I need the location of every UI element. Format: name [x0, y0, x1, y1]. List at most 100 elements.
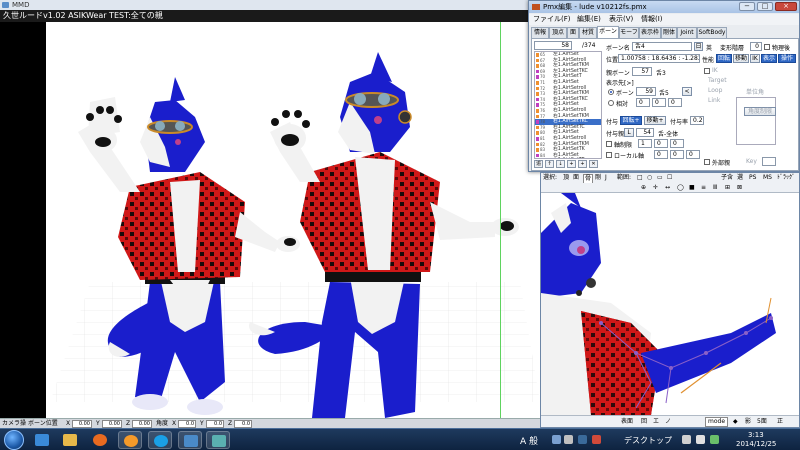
deform-level-input[interactable]: 0 [750, 42, 762, 51]
grant-parent-button[interactable]: L [624, 128, 634, 137]
pmx-title-bar[interactable]: Pmx編集 - lude v10212fs.pmx − □ × [529, 1, 799, 13]
taskbar-pmx-editor[interactable] [178, 431, 202, 449]
flag-operate-button[interactable]: 操作 [778, 54, 796, 63]
clock-time[interactable]: 3:13 [748, 431, 764, 439]
shadow-toggle[interactable]: 影 [745, 416, 751, 428]
include-children-label[interactable]: 子含 [721, 173, 733, 183]
ik-link-list[interactable] [736, 97, 776, 145]
mode-select[interactable]: mode [705, 417, 729, 427]
pos-z-input[interactable]: 0.00 [132, 420, 152, 428]
flag-move-button[interactable]: 移動 [733, 54, 749, 63]
tab-face[interactable]: 面 [567, 27, 579, 38]
pmx-3d-view[interactable] [541, 193, 799, 415]
taskbar-firefox[interactable] [88, 431, 112, 449]
tab-material[interactable]: 材質 [579, 27, 597, 38]
bone-list[interactable]: 65 左1.AirtSet 67 左1.AirtSetroll 68 左1.AirtSet… [534, 51, 602, 159]
taskbar-mmd[interactable] [206, 431, 230, 449]
grant-rotate-button[interactable]: 回転+ [620, 116, 642, 125]
maximize-button[interactable]: □ [757, 2, 773, 11]
ms-button[interactable]: MS [763, 173, 772, 183]
ime-indicator[interactable]: A 般 [520, 434, 538, 447]
bone-name-jp-button[interactable]: 日 [694, 42, 703, 51]
display-bone-input[interactable]: 59 [636, 87, 656, 96]
mode-icon[interactable]: ◆ [733, 416, 738, 428]
flag-display-button[interactable]: 表示 [761, 54, 777, 63]
list-up-button[interactable]: ↑ [545, 160, 554, 168]
surface-toggle[interactable]: 表面 [621, 416, 633, 428]
tab-joint[interactable]: Joint [677, 27, 697, 38]
volume-icon[interactable] [696, 435, 705, 444]
menu-info[interactable]: 情報(I) [641, 14, 663, 25]
taskbar-app-orange[interactable] [118, 431, 142, 449]
taskbar-media-player[interactable] [30, 431, 54, 449]
start-button[interactable] [4, 430, 24, 450]
network-icon[interactable] [682, 435, 691, 444]
local-axis-checkbox[interactable] [606, 152, 612, 158]
menu-file[interactable]: ファイル(F) [533, 14, 571, 25]
pmx-editor-window[interactable]: Pmx編集 - lude v10212fs.pmx − □ × ファイル(F) … [528, 0, 800, 172]
list-delete-button[interactable]: ✕ [589, 160, 598, 168]
local-axis-z-input[interactable]: 0 [686, 150, 700, 159]
tool-rotate-icon[interactable]: ◯ [677, 183, 684, 193]
grant-parent-input[interactable]: 54 [636, 128, 654, 137]
front-view-button[interactable]: 正 [777, 416, 783, 428]
display-bone-radio[interactable] [608, 89, 614, 95]
minimize-button[interactable]: − [739, 2, 755, 11]
tab-display-frame[interactable]: 表示枠 [639, 27, 661, 38]
menu-edit[interactable]: 編集(E) [577, 14, 601, 25]
tool-scale-icon[interactable]: ↔ [665, 183, 670, 193]
tab-vertex[interactable]: 頂点 [549, 27, 567, 38]
axis-fix-checkbox[interactable] [606, 141, 612, 147]
mmd-3d-viewport[interactable] [0, 22, 540, 418]
edge-toggle[interactable]: エ [653, 416, 659, 428]
list-add-button[interactable]: 追 [534, 160, 543, 168]
clock-date[interactable]: 2014/12/25 [736, 440, 776, 448]
offset-y-input[interactable]: 0 [652, 98, 666, 107]
ime-pad-icon[interactable] [552, 435, 561, 444]
bone-list-item[interactable]: 85右1.AirtSetTR [535, 158, 601, 159]
pos-x-input[interactable]: 0.00 [72, 420, 92, 428]
external-key-input[interactable] [762, 157, 776, 166]
tool-cross-icon[interactable]: ⊠ [737, 183, 742, 193]
external-parent-checkbox[interactable] [704, 159, 710, 165]
desktop-toolbar-label[interactable]: デスクトップ [624, 435, 672, 446]
taskbar-explorer[interactable] [58, 431, 82, 449]
select-vertex-button[interactable]: 頂 [563, 173, 569, 183]
flag-icon[interactable] [710, 435, 719, 444]
flag-ik-button[interactable]: IK [750, 54, 760, 63]
tool-move-icon[interactable]: ✛ [653, 183, 658, 193]
display-bone-select-button[interactable]: < [682, 87, 692, 96]
range-lasso-button[interactable]: ▭ [657, 173, 663, 183]
tool-solid-icon[interactable]: ■ [689, 183, 695, 193]
bone-index-input[interactable]: 58 [534, 41, 572, 50]
angle-x-input[interactable]: 0.0 [178, 420, 196, 428]
close-button[interactable]: × [775, 2, 797, 11]
select-face-button[interactable]: 面 [573, 173, 579, 183]
pos-y-input[interactable]: 0.00 [102, 420, 122, 428]
five-face-toggle[interactable]: 5面 [757, 416, 767, 428]
tool-target-icon[interactable]: ⊕ [641, 183, 646, 193]
bone-name-input[interactable]: 舌4 [632, 42, 692, 51]
range-circle-button[interactable]: ○ [647, 173, 652, 183]
normal-toggle[interactable]: ノ [665, 416, 671, 428]
tool-grid-icon[interactable]: ⊞ [725, 183, 730, 193]
tab-info[interactable]: 情報 [531, 27, 549, 38]
offset-x-input[interactable]: 0 [636, 98, 650, 107]
position-input[interactable]: 1.00758 : 18.6436 : -1.2832 [618, 54, 700, 63]
mmd-title-bar[interactable]: MMD [0, 0, 540, 10]
rotate-toggle[interactable]: 回 [641, 416, 647, 428]
angle-z-input[interactable]: 0.0 [234, 420, 252, 428]
display-offset-radio[interactable] [608, 100, 614, 106]
tab-bone[interactable]: ボーン [597, 26, 619, 38]
local-axis-x-input[interactable]: 0 [654, 150, 668, 159]
axis-fix-z-input[interactable]: 0 [670, 139, 684, 148]
list-down-button[interactable]: ↓ [556, 160, 565, 168]
menu-view[interactable]: 表示(V) [609, 14, 633, 25]
tab-rigid-body[interactable]: 剛体 [661, 27, 677, 38]
ps-button[interactable]: PS [749, 173, 756, 183]
physics-after-checkbox[interactable] [764, 44, 770, 50]
axis-fix-y-input[interactable]: 0 [654, 139, 668, 148]
grant-rate-input[interactable]: 0.2 [690, 116, 704, 125]
help-icon[interactable] [592, 435, 601, 444]
tool-column-icon[interactable]: Ⅲ [713, 183, 717, 193]
